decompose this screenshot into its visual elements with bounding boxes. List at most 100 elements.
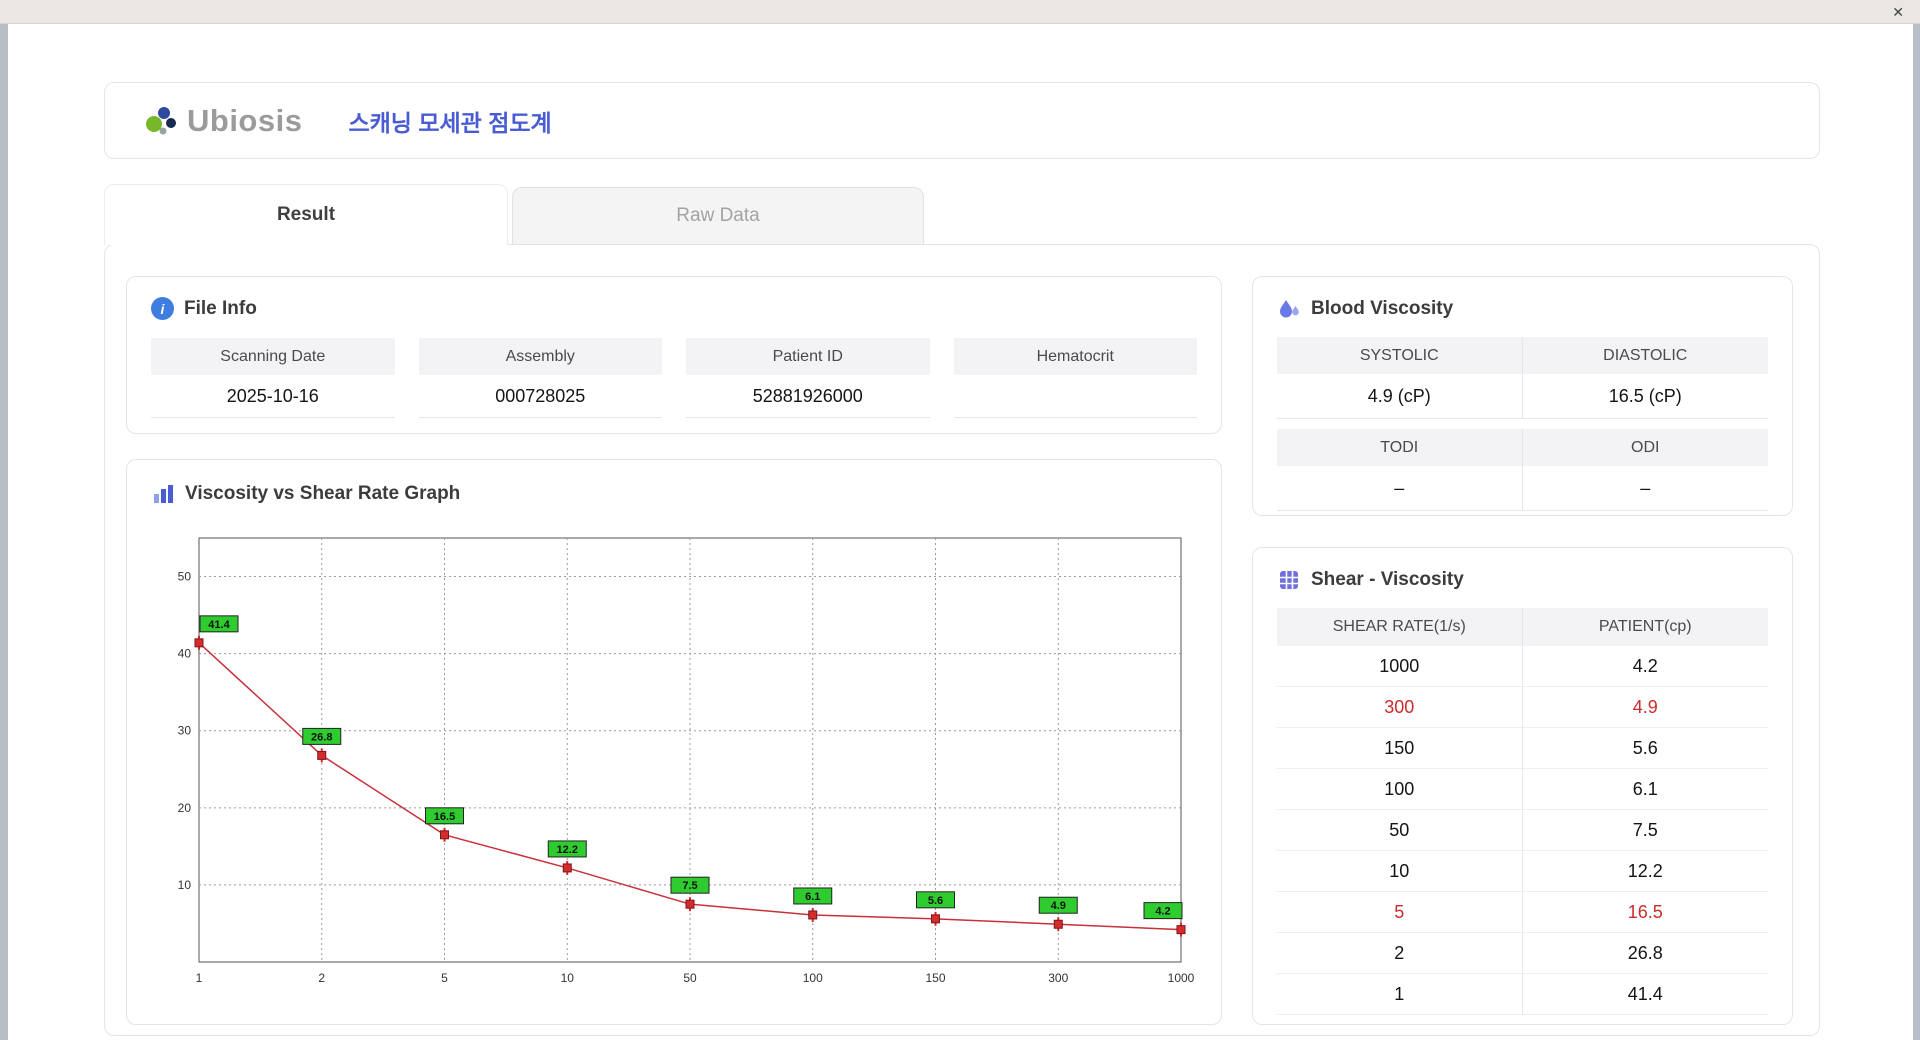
diastolic-value: 16.5 (cP) (1522, 374, 1768, 419)
field-label: Scanning Date (151, 338, 395, 375)
svg-text:1000: 1000 (1168, 971, 1195, 985)
shear-table-row: 1000 4.2 (1277, 646, 1768, 687)
svg-text:12.2: 12.2 (557, 844, 578, 856)
patient-viscosity-cell: 7.5 (1522, 810, 1768, 851)
table-grid-icon (1277, 568, 1301, 592)
odi-value: – (1522, 466, 1768, 511)
viscosity-graph-card: Viscosity vs Shear Rate Graph 10 20 30 40 50… (126, 459, 1222, 1025)
patient-viscosity-cell: 41.4 (1522, 974, 1768, 1015)
tab-raw-data[interactable]: Raw Data (512, 187, 924, 245)
field-value: 2025-10-16 (151, 375, 395, 418)
field-value: 52881926000 (686, 375, 930, 418)
svg-text:5: 5 (441, 971, 448, 985)
shear-table-body: 1000 4.2 300 4.9 150 5.6 100 6.1 50 7.5 10 12.2 5 16.… (1277, 646, 1768, 1015)
shear-table-row: 50 7.5 (1277, 810, 1768, 851)
patient-viscosity-cell: 12.2 (1522, 851, 1768, 892)
systolic-value: 4.9 (cP) (1277, 374, 1523, 419)
patient-viscosity-cell: 26.8 (1522, 933, 1768, 974)
systolic-label: SYSTOLIC (1277, 337, 1523, 374)
graph-title: Viscosity vs Shear Rate Graph (185, 483, 461, 504)
file-info-title: File Info (184, 297, 257, 319)
svg-text:20: 20 (178, 801, 192, 815)
shear-rate-cell: 1000 (1277, 646, 1523, 687)
field-label: Assembly (418, 338, 662, 375)
tab-raw-data-label: Raw Data (676, 205, 760, 226)
patient-viscosity-cell: 5.6 (1522, 728, 1768, 769)
svg-text:26.8: 26.8 (311, 731, 332, 743)
shear-table-row: 150 5.6 (1277, 728, 1768, 769)
desktop: { "window": { "close_label": "✕" }, "hea… (0, 0, 1920, 1040)
field-scanning-date: Scanning Date 2025-10-16 (151, 338, 395, 418)
shear-rate-cell: 100 (1277, 769, 1523, 810)
svg-text:41.4: 41.4 (208, 619, 230, 631)
svg-text:100: 100 (803, 971, 823, 985)
shear-rate-cell: 5 (1277, 892, 1523, 933)
svg-text:6.1: 6.1 (805, 891, 820, 903)
shear-table-row: 300 4.9 (1277, 687, 1768, 728)
shear-rate-cell: 2 (1277, 933, 1523, 974)
patient-viscosity-cell: 6.1 (1522, 769, 1768, 810)
svg-text:5.6: 5.6 (928, 895, 943, 907)
app-window: Ubiosis 스캐닝 모세관 점도계 Result Raw Data i Fi… (8, 24, 1913, 1040)
patient-viscosity-cell: 16.5 (1522, 892, 1768, 933)
odi-label: ODI (1522, 429, 1768, 466)
logo: Ubiosis (143, 103, 302, 139)
todi-value: – (1277, 466, 1523, 511)
blood-viscosity-card: Blood Viscosity SYSTOLIC DIASTOLIC 4.9 (… (1252, 276, 1793, 516)
shear-viscosity-card: Shear - Viscosity SHEAR RATE(1/s) PATIEN… (1252, 547, 1793, 1025)
chart-area: 10 20 30 40 50 1 2 5 10 50 100 150 300 1000 41.4 26.8 16… (151, 520, 1197, 1003)
shear-rate-cell: 50 (1277, 810, 1523, 851)
logo-text: Ubiosis (187, 102, 303, 138)
app-header: Ubiosis 스캐닝 모세관 점도계 (104, 82, 1820, 159)
field-patient-id: Patient ID 52881926000 (686, 338, 930, 418)
patient-viscosity-cell: 4.9 (1522, 687, 1768, 728)
blood-viscosity-table: SYSTOLIC DIASTOLIC 4.9 (cP) 16.5 (cP) TO… (1277, 337, 1768, 511)
svg-text:7.5: 7.5 (682, 880, 697, 892)
svg-text:10: 10 (561, 971, 575, 985)
field-assembly: Assembly 000728025 (418, 338, 662, 418)
shear-table-row: 1 41.4 (1277, 974, 1768, 1015)
field-value: 000728025 (418, 375, 662, 418)
shear-rate-cell: 1 (1277, 974, 1523, 1015)
svg-text:40: 40 (178, 647, 192, 661)
shear-table-header: SHEAR RATE(1/s) PATIENT(cp) (1277, 608, 1768, 646)
shear-rate-cell: 300 (1277, 687, 1523, 728)
shear-rate-cell: 150 (1277, 728, 1523, 769)
svg-text:4.2: 4.2 (1155, 906, 1170, 918)
page-title: 스캐닝 모세관 점도계 (348, 109, 552, 136)
shear-viscosity-title: Shear - Viscosity (1311, 569, 1464, 590)
info-icon: i (151, 297, 174, 320)
field-label: Hematocrit (953, 338, 1197, 375)
shear-viscosity-table: SHEAR RATE(1/s) PATIENT(cp) 1000 4.2 300 4.… (1277, 608, 1768, 1015)
bar-chart-icon (151, 482, 175, 506)
patient-column-header: PATIENT(cp) (1598, 618, 1692, 635)
shear-viscosity-title-row: Shear - Viscosity (1277, 568, 1768, 592)
tab-result[interactable]: Result (104, 184, 508, 245)
svg-text:2: 2 (318, 971, 325, 985)
blood-droplet-icon (1277, 297, 1301, 321)
svg-text:300: 300 (1048, 971, 1068, 985)
file-info-fields: Scanning Date 2025-10-16 Assembly 000728… (151, 338, 1197, 418)
tab-result-label: Result (276, 204, 336, 225)
svg-text:30: 30 (178, 724, 192, 738)
diastolic-label: DIASTOLIC (1522, 337, 1768, 374)
field-label: Patient ID (686, 338, 930, 375)
window-close-button[interactable]: ✕ (1892, 5, 1904, 19)
blood-viscosity-title-row: Blood Viscosity (1277, 297, 1768, 321)
file-info-title-row: i File Info (151, 297, 1197, 320)
shear-table-row: 10 12.2 (1277, 851, 1768, 892)
viscosity-shear-chart: 10 20 30 40 50 1 2 5 10 50 100 150 300 1000 41.4 26.8 16… (178, 537, 1195, 985)
shear-table-row: 100 6.1 (1277, 769, 1768, 810)
ubiosis-logo-icon (143, 103, 179, 139)
todi-label: TODI (1277, 429, 1523, 466)
svg-text:1: 1 (196, 971, 203, 985)
shear-table-row: 5 16.5 (1277, 892, 1768, 933)
shear-rate-column-header: SHEAR RATE(1/s) (1277, 608, 1523, 646)
shear-table-row: 2 26.8 (1277, 933, 1768, 974)
svg-text:50: 50 (178, 570, 192, 584)
field-value (953, 375, 1197, 418)
window-titlebar: ✕ (0, 0, 1920, 24)
blood-viscosity-title: Blood Viscosity (1311, 298, 1454, 319)
shear-rate-cell: 10 (1277, 851, 1523, 892)
svg-text:10: 10 (178, 878, 192, 892)
